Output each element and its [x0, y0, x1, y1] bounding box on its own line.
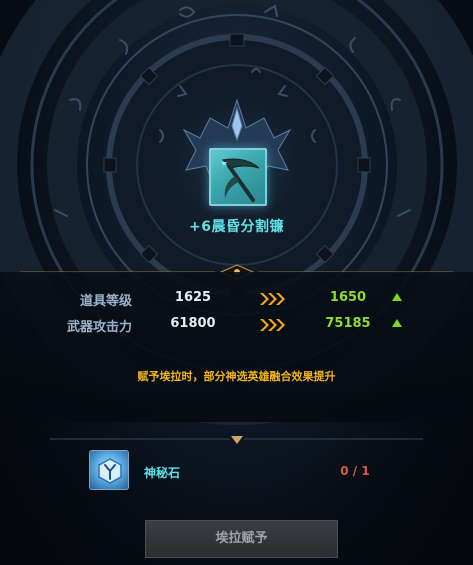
stat-current-value: 1625	[174, 290, 212, 305]
material-row: 神秘石 0 / 1	[0, 446, 473, 500]
triple-arrow-icon	[260, 293, 285, 305]
section-divider	[50, 436, 423, 444]
stat-row-weapon-attack: 武器攻击力 61800 75185	[0, 314, 473, 336]
stat-new-value: 75185	[325, 316, 371, 331]
increase-arrow-icon	[392, 319, 402, 327]
item-slot[interactable]	[209, 148, 267, 206]
scythe-icon	[221, 158, 260, 202]
material-count: 0 / 1	[340, 464, 370, 478]
triple-arrow-icon	[260, 319, 285, 331]
stat-new-value: 1650	[329, 290, 367, 305]
item-frame	[209, 148, 267, 206]
increase-arrow-icon	[392, 293, 402, 301]
material-name: 神秘石	[144, 466, 181, 480]
stat-row-item-level: 道具等级 1625 1650	[0, 288, 473, 310]
stat-label: 武器攻击力	[66, 320, 132, 335]
item-name: +6晨昏分割镰	[189, 219, 284, 235]
stat-label: 道具等级	[79, 294, 132, 309]
rune-stone-icon[interactable]	[89, 450, 129, 490]
stats-panel: 道具等级 1625 1650 武器攻击力 61800 75185	[0, 272, 473, 422]
bestow-button[interactable]: 埃拉赋予	[145, 520, 338, 558]
fusion-notice: 赋予埃拉时，部分神选英雄融合效果提升	[137, 370, 336, 383]
stat-current-value: 61800	[170, 316, 216, 331]
